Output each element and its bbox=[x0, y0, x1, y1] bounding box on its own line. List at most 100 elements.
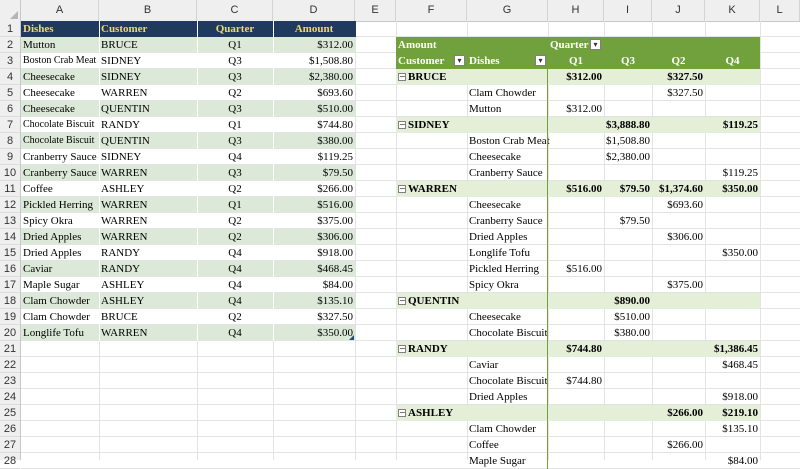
pivot-value-cell[interactable] bbox=[604, 197, 652, 213]
pivot-value-cell[interactable] bbox=[604, 421, 652, 437]
table-cell[interactable]: $510.00 bbox=[273, 101, 355, 117]
pivot-value-cell[interactable] bbox=[604, 357, 652, 373]
table-cell[interactable]: Caviar bbox=[21, 261, 99, 277]
table-cell[interactable]: Clam Chowder bbox=[21, 293, 99, 309]
column-header-j[interactable]: J bbox=[652, 0, 705, 21]
pivot-value-cell[interactable] bbox=[652, 325, 705, 341]
pivot-group-total[interactable] bbox=[652, 117, 705, 133]
pivot-dish-name[interactable]: Cheesecake bbox=[467, 309, 558, 325]
pivot-dish-name[interactable]: Dried Apples bbox=[467, 229, 558, 245]
collapse-icon[interactable]: − bbox=[398, 409, 406, 417]
pivot-value-cell[interactable] bbox=[604, 277, 652, 293]
customer-filter-button[interactable]: ▾ bbox=[454, 55, 465, 66]
table-cell[interactable]: $1,508.80 bbox=[273, 53, 355, 69]
pivot-value-cell[interactable] bbox=[548, 325, 604, 341]
row-header-9[interactable]: 9 bbox=[0, 149, 20, 165]
row-header-22[interactable]: 22 bbox=[0, 357, 20, 373]
pivot-value-cell[interactable]: $84.00 bbox=[705, 453, 760, 469]
pivot-value-cell[interactable]: $306.00 bbox=[652, 229, 705, 245]
table-cell[interactable]: $327.50 bbox=[273, 309, 355, 325]
row-header-25[interactable]: 25 bbox=[0, 405, 20, 421]
table-cell[interactable]: Pickled Herring bbox=[21, 197, 99, 213]
pivot-value-cell[interactable] bbox=[652, 101, 705, 117]
table-cell[interactable]: Cranberry Sauce bbox=[21, 165, 99, 181]
pivot-dish-name[interactable]: Clam Chowder bbox=[467, 421, 558, 437]
table-cell[interactable]: RANDY bbox=[99, 245, 197, 261]
pivot-group-total[interactable]: $744.80 bbox=[548, 341, 604, 357]
table-cell[interactable]: $380.00 bbox=[273, 133, 355, 149]
table-cell[interactable]: Q4 bbox=[197, 325, 273, 341]
pivot-value-cell[interactable]: $312.00 bbox=[548, 101, 604, 117]
table-cell[interactable]: $350.00 bbox=[273, 325, 355, 341]
table-cell[interactable]: Dried Apples bbox=[21, 229, 99, 245]
column-header-f[interactable]: F bbox=[396, 0, 467, 21]
pivot-value-cell[interactable] bbox=[548, 245, 604, 261]
pivot-dish-name[interactable]: Cheesecake bbox=[467, 149, 558, 165]
pivot-customer-name[interactable]: ASHLEY bbox=[406, 405, 548, 421]
table-cell[interactable]: Mutton bbox=[21, 37, 99, 53]
row-header-19[interactable]: 19 bbox=[0, 309, 20, 325]
row-header-3[interactable]: 3 bbox=[0, 53, 20, 69]
pivot-value-cell[interactable] bbox=[548, 453, 604, 469]
pivot-customer-name[interactable]: QUENTIN bbox=[406, 293, 548, 309]
pivot-value-cell[interactable] bbox=[604, 165, 652, 181]
pivot-value-cell[interactable] bbox=[705, 309, 760, 325]
column-header-b[interactable]: B bbox=[99, 0, 197, 21]
column-header-d[interactable]: D bbox=[273, 0, 355, 21]
pivot-group-total[interactable]: $79.50 bbox=[604, 181, 652, 197]
pivot-value-cell[interactable] bbox=[604, 229, 652, 245]
pivot-group-total[interactable]: $890.00 bbox=[604, 293, 652, 309]
table-cell[interactable]: BRUCE bbox=[99, 309, 197, 325]
dishes-filter-button[interactable]: ▾ bbox=[535, 55, 546, 66]
table-cell[interactable]: Q2 bbox=[197, 181, 273, 197]
collapse-icon[interactable]: − bbox=[398, 185, 406, 193]
pivot-value-cell[interactable] bbox=[652, 309, 705, 325]
pivot-value-cell[interactable] bbox=[652, 133, 705, 149]
table-cell[interactable]: SIDNEY bbox=[99, 149, 197, 165]
pivot-dish-name[interactable]: Caviar bbox=[467, 357, 558, 373]
quarter-filter-button[interactable]: ▾ bbox=[590, 39, 601, 50]
pivot-group-total[interactable] bbox=[604, 69, 652, 85]
row-header-24[interactable]: 24 bbox=[0, 389, 20, 405]
pivot-value-cell[interactable]: $380.00 bbox=[604, 325, 652, 341]
pivot-dish-name[interactable]: Pickled Herring bbox=[467, 261, 558, 277]
pivot-value-cell[interactable] bbox=[705, 101, 760, 117]
pivot-value-cell[interactable]: $744.80 bbox=[548, 373, 604, 389]
pivot-dish-name[interactable]: Cheesecake bbox=[467, 197, 558, 213]
column-header-c[interactable]: C bbox=[197, 0, 273, 21]
table-cell[interactable]: SIDNEY bbox=[99, 53, 197, 69]
row-header-14[interactable]: 14 bbox=[0, 229, 20, 245]
table-header-cell[interactable]: Customer bbox=[99, 21, 197, 37]
pivot-value-cell[interactable] bbox=[652, 245, 705, 261]
pivot-dish-name[interactable]: Chocolate Biscuit bbox=[467, 325, 558, 341]
table-cell[interactable]: Q4 bbox=[197, 293, 273, 309]
row-header-20[interactable]: 20 bbox=[0, 325, 20, 341]
column-header-i[interactable]: I bbox=[604, 0, 652, 21]
table-cell[interactable]: RANDY bbox=[99, 261, 197, 277]
collapse-icon[interactable]: − bbox=[398, 121, 406, 129]
table-cell[interactable]: Q2 bbox=[197, 309, 273, 325]
pivot-value-cell[interactable] bbox=[652, 261, 705, 277]
pivot-dish-name[interactable]: Boston Crab Meat bbox=[467, 133, 558, 149]
table-cell[interactable]: Q2 bbox=[197, 229, 273, 245]
row-header-27[interactable]: 27 bbox=[0, 437, 20, 453]
row-header-13[interactable]: 13 bbox=[0, 213, 20, 229]
table-cell[interactable]: ASHLEY bbox=[99, 277, 197, 293]
pivot-group-total[interactable]: $1,386.45 bbox=[705, 341, 760, 357]
pivot-value-cell[interactable] bbox=[548, 213, 604, 229]
pivot-value-cell[interactable]: $79.50 bbox=[604, 213, 652, 229]
table-cell[interactable]: Cheesecake bbox=[21, 85, 99, 101]
pivot-value-cell[interactable] bbox=[705, 325, 760, 341]
pivot-value-cell[interactable]: $350.00 bbox=[705, 245, 760, 261]
pivot-value-cell[interactable] bbox=[548, 85, 604, 101]
table-cell[interactable]: $119.25 bbox=[273, 149, 355, 165]
row-header-18[interactable]: 18 bbox=[0, 293, 20, 309]
table-cell[interactable]: Dried Apples bbox=[21, 245, 99, 261]
pivot-value-cell[interactable] bbox=[705, 213, 760, 229]
table-cell[interactable]: Q1 bbox=[197, 197, 273, 213]
table-cell[interactable]: QUENTIN bbox=[99, 101, 197, 117]
column-header-a[interactable]: A bbox=[21, 0, 99, 21]
pivot-dish-name[interactable]: Cranberry Sauce bbox=[467, 213, 558, 229]
pivot-value-cell[interactable] bbox=[548, 421, 604, 437]
pivot-value-cell[interactable] bbox=[548, 389, 604, 405]
